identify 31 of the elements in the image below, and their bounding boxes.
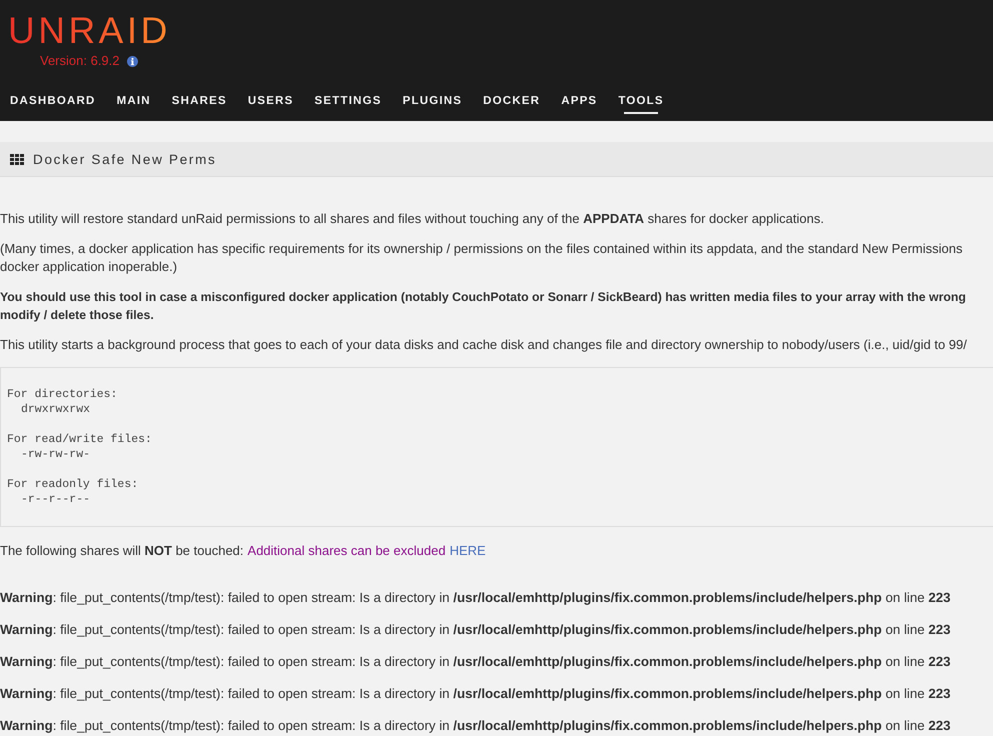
- nav-tab[interactable]: MAIN: [116, 91, 151, 114]
- warning-message: Warning: file_put_contents(/tmp/test): failed to open stream: Is a directory in /usr/local/emhttp/plugins/fix.common.problems/include/helpers.php on line 223: [0, 621, 952, 639]
- nav-tab[interactable]: SHARES: [172, 91, 227, 114]
- nav-tab[interactable]: SETTINGS: [314, 91, 382, 114]
- permission-heading: For read/write files:: [7, 432, 152, 447]
- nav-tab[interactable]: APPS: [561, 91, 598, 114]
- paragraph: This utility will restore standard unRaid permissions to all shares and files without touching any of the APPDATA shares for docker applications.: [0, 210, 825, 228]
- nav-tab[interactable]: DOCKER: [483, 91, 540, 114]
- permission-heading: For directories:: [7, 387, 118, 402]
- paragraph: This utility starts a background process that goes to each of your data disks and cache disk and changes file and directory ownership to nobody/users (i.e., uid/gid to 99/: [0, 336, 968, 354]
- permission-heading: For readonly files:: [7, 477, 138, 492]
- warning-message: Warning: file_put_contents(/tmp/test): failed to open stream: Is a directory in /usr/local/emhttp/plugins/fix.common.problems/include/helpers.php on line 223: [0, 589, 952, 607]
- nav-tab[interactable]: TOOLS: [618, 91, 664, 114]
- here-link[interactable]: HERE: [450, 542, 486, 560]
- shares-text: The following shares will NOT be touched:: [0, 542, 244, 560]
- warning-message: Warning: file_put_contents(/tmp/test): failed to open stream: Is a directory in /usr/local/emhttp/plugins/fix.common.problems/include/helpers.php on line 223: [0, 717, 952, 735]
- version-label: Version: 6.9.2: [40, 53, 120, 69]
- grid-icon: [10, 154, 24, 164]
- nav-tab[interactable]: PLUGINS: [402, 91, 462, 114]
- panel-title: Docker Safe New Perms: [33, 152, 216, 166]
- exclude-note: Additional shares can be excluded: [248, 542, 446, 560]
- permission-value: -r--r--r--: [20, 492, 90, 507]
- permission-value: drwxrwxrwx: [20, 402, 90, 417]
- nav-tab[interactable]: DASHBOARD: [10, 91, 96, 114]
- warning-message: Warning: file_put_contents(/tmp/test): failed to open stream: Is a directory in /usr/local/emhttp/plugins/fix.common.problems/include/helpers.php on line 223: [0, 685, 952, 703]
- nav-tab[interactable]: USERS: [248, 91, 294, 114]
- paragraph: You should use this tool in case a misconfigured docker application (notably CouchPotato or Sonarr / SickBeard) has written media files to your array with the wrong modify / delete those files.: [0, 289, 967, 324]
- permission-value: -rw-rw-rw-: [20, 447, 90, 462]
- warning-message: Warning: file_put_contents(/tmp/test): failed to open stream: Is a directory in /usr/local/emhttp/plugins/fix.common.problems/include/helpers.php on line 223: [0, 653, 952, 671]
- paragraph: (Many times, a docker application has specific requirements for its ownership / permissions on the files contained within its appdata, and the standard New Permissions docker application inoperable.): [0, 240, 964, 276]
- info-icon[interactable]: [126, 56, 138, 66]
